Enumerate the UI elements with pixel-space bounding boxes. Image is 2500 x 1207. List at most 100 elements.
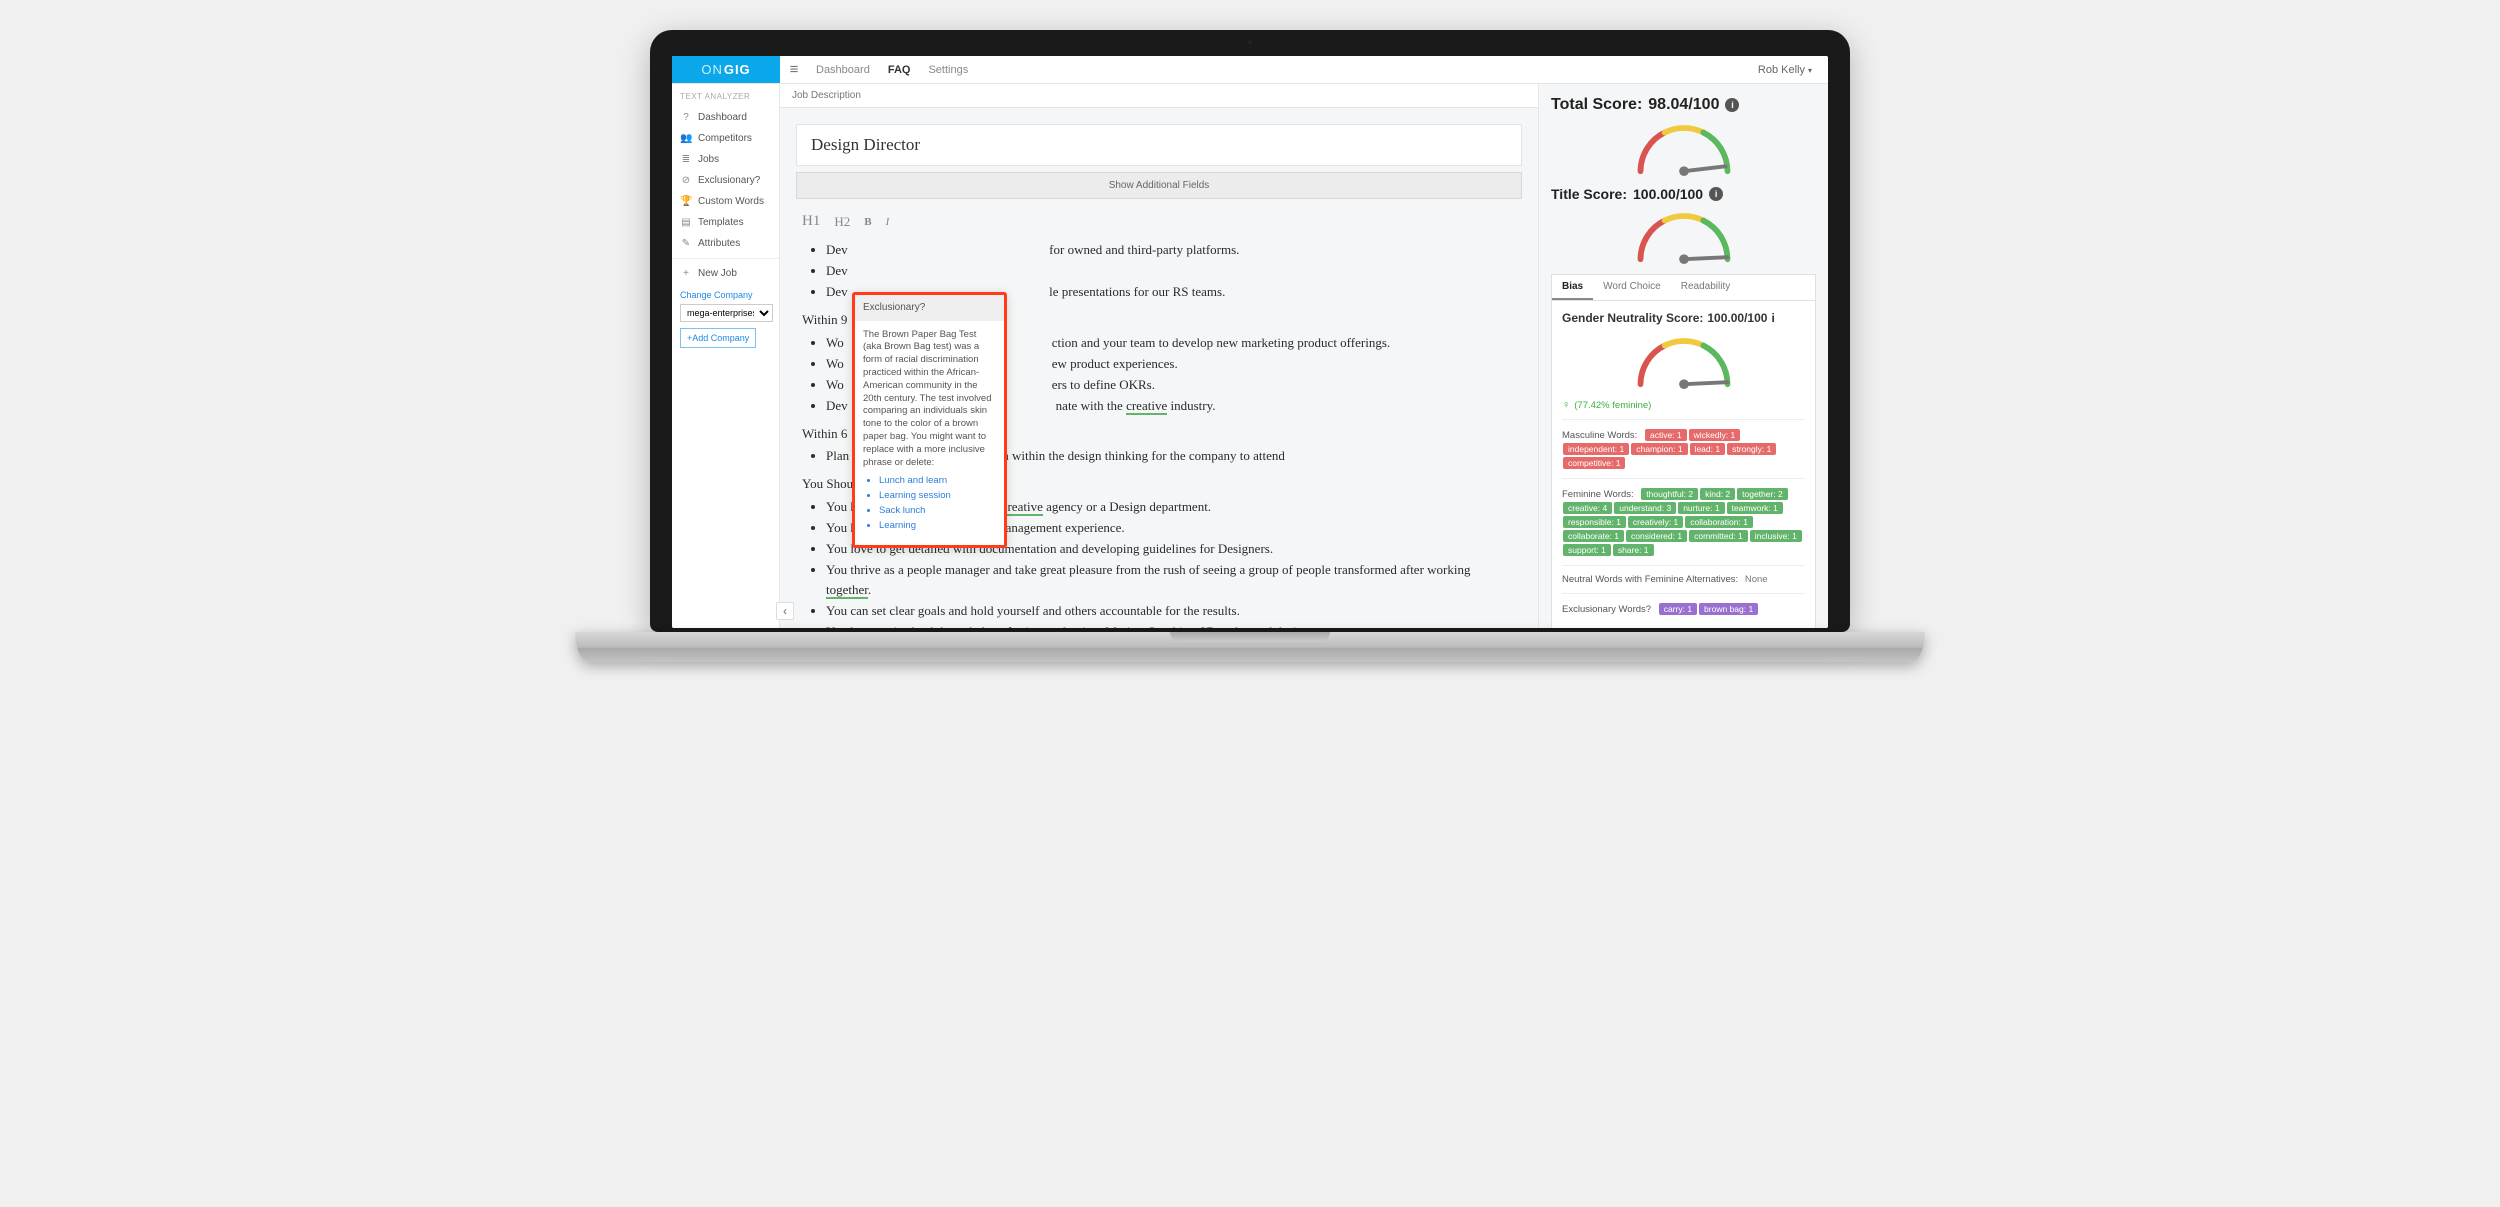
sidebar-item-customwords[interactable]: 🏆Custom Words (680, 191, 773, 212)
highlight-creative-2[interactable]: creative (1002, 499, 1043, 516)
masculine-words: Masculine Words: active: 1wickedly: 1ind… (1562, 419, 1805, 478)
word-chip[interactable]: committed: 1 (1689, 530, 1748, 542)
gender-score-gauge (1624, 331, 1744, 389)
nav-settings[interactable]: Settings (928, 64, 968, 76)
highlight-together[interactable]: together (826, 582, 868, 599)
neutral-words: Neutral Words with Feminine Alternatives… (1562, 565, 1805, 593)
word-chip[interactable]: thoughtful: 2 (1641, 488, 1698, 500)
sidebar-item-jobs[interactable]: ≣Jobs (680, 149, 773, 170)
popup-option[interactable]: Sack lunch (879, 505, 996, 518)
popup-title: Exclusionary? (855, 295, 1004, 321)
breadcrumb: Job Description (780, 84, 1538, 108)
show-additional-fields-button[interactable]: Show Additional Fields (796, 172, 1522, 199)
sidebar-new-job[interactable]: +New Job (680, 263, 773, 284)
word-chip[interactable]: inclusive: 1 (1750, 530, 1802, 542)
popup-body: The Brown Paper Bag Test (aka Brown Bag … (863, 329, 996, 470)
job-title[interactable]: Design Director (796, 124, 1522, 166)
word-chip[interactable]: brown bag: 1 (1699, 603, 1758, 615)
word-chip[interactable]: wickedly: 1 (1689, 429, 1741, 441)
plus-icon: + (680, 268, 692, 279)
word-chip[interactable]: creatively: 1 (1628, 516, 1683, 528)
word-chip[interactable]: considered: 1 (1626, 530, 1687, 542)
highlight-creative[interactable]: creative (1126, 398, 1167, 415)
laptop-base (575, 632, 1925, 662)
nav-dashboard[interactable]: Dashboard (816, 64, 870, 76)
sidebar-collapse-button[interactable]: ‹ (776, 602, 794, 620)
topbar: ONGIG ≡ Dashboard FAQ Settings Rob Kelly… (672, 56, 1828, 84)
brand-post: GIG (724, 62, 751, 77)
pencil-icon: ✎ (680, 238, 692, 249)
total-score: Total Score: 98.04/100 i (1551, 96, 1816, 114)
job-description-body[interactable]: Devxxxxxxxxxxxxxxxxxxxxxxxxxxxxxxxfor ow… (796, 240, 1522, 628)
laptop-mockup: ONGIG ≡ Dashboard FAQ Settings Rob Kelly… (650, 30, 1850, 662)
toolbar-italic-button[interactable]: I (886, 216, 890, 228)
main: Job Description Design Director Show Add… (780, 84, 1828, 628)
popup-option[interactable]: Learning session (879, 490, 996, 503)
word-chip[interactable]: carry: 1 (1659, 603, 1697, 615)
word-chip[interactable]: understand: 3 (1614, 502, 1676, 514)
webcam-dot (1246, 38, 1254, 46)
info-icon[interactable]: i (1709, 187, 1723, 201)
toolbar-bold-button[interactable]: B (864, 216, 871, 228)
toolbar-h1-button[interactable]: H1 (802, 213, 820, 230)
brand-logo[interactable]: ONGIG (672, 56, 780, 83)
word-chip[interactable]: teamwork: 1 (1727, 502, 1783, 514)
app-screen: ONGIG ≡ Dashboard FAQ Settings Rob Kelly… (672, 56, 1828, 628)
hamburger-icon[interactable]: ≡ (780, 61, 808, 78)
tab-wordchoice[interactable]: Word Choice (1593, 275, 1671, 300)
info-icon[interactable]: i (1725, 98, 1739, 112)
question-icon: ? (680, 112, 692, 123)
bias-panel: Gender Neutrality Score: 100.00/100i ♀ (1551, 301, 1816, 628)
title-score-gauge (1624, 206, 1744, 264)
score-tabs: Bias Word Choice Readability (1551, 274, 1816, 301)
gender-neutrality-score: Gender Neutrality Score: 100.00/100i (1562, 311, 1805, 325)
top-nav: Dashboard FAQ Settings (808, 64, 968, 76)
word-chip[interactable]: independent: 1 (1563, 443, 1629, 455)
list-icon: ≣ (680, 154, 692, 165)
sidebar-item-competitors[interactable]: 👥Competitors (680, 128, 773, 149)
editor-area: Design Director Show Additional Fields H… (780, 108, 1538, 628)
tab-readability[interactable]: Readability (1671, 275, 1740, 300)
exclusionary-popup: Exclusionary? The Brown Paper Bag Test (… (852, 292, 1007, 548)
word-chip[interactable]: collaboration: 1 (1685, 516, 1753, 528)
add-company-button[interactable]: +Add Company (680, 328, 756, 348)
word-chip[interactable]: champion: 1 (1631, 443, 1687, 455)
word-chip[interactable]: competitive: 1 (1563, 457, 1625, 469)
word-chip[interactable]: active: 1 (1645, 429, 1687, 441)
word-chip[interactable]: creative: 4 (1563, 502, 1612, 514)
female-icon: ♀ (1562, 399, 1570, 411)
sidebar-item-templates[interactable]: ▤Templates (680, 212, 773, 233)
user-name: Rob Kelly (1758, 64, 1805, 76)
brand-pre: ON (701, 62, 723, 77)
ban-icon: ⊘ (680, 175, 692, 186)
company-select[interactable]: mega-enterprises (680, 304, 773, 322)
word-chip[interactable]: lead: 1 (1690, 443, 1726, 455)
word-chip[interactable]: collaborate: 1 (1563, 530, 1624, 542)
word-chip[interactable]: strongly: 1 (1727, 443, 1776, 455)
nav-faq[interactable]: FAQ (888, 64, 911, 76)
word-chip[interactable]: responsible: 1 (1563, 516, 1626, 528)
info-icon[interactable]: i (1771, 311, 1774, 325)
sidebar-item-attributes[interactable]: ✎Attributes (680, 233, 773, 254)
score-panel: Total Score: 98.04/100 i (1538, 84, 1828, 628)
total-score-gauge (1624, 118, 1744, 176)
popup-option[interactable]: Learning (879, 520, 996, 533)
word-chip[interactable]: nurture: 1 (1678, 502, 1724, 514)
sidebar-item-dashboard[interactable]: ?Dashboard (680, 107, 773, 128)
popup-option[interactable]: Lunch and learn (879, 475, 996, 488)
toolbar-h2-button[interactable]: H2 (834, 214, 850, 230)
trophy-icon: 🏆 (680, 196, 692, 207)
sidebar-item-exclusionary[interactable]: ⊘Exclusionary? (680, 170, 773, 191)
word-chip[interactable]: together: 2 (1737, 488, 1788, 500)
people-icon: 👥 (680, 133, 692, 144)
feminine-percentage: ♀(77.42% feminine) (1562, 399, 1805, 411)
word-chip[interactable]: support: 1 (1563, 544, 1611, 556)
word-chip[interactable]: share: 1 (1613, 544, 1654, 556)
tab-bias[interactable]: Bias (1552, 275, 1593, 300)
change-company-link[interactable]: Change Company (680, 290, 773, 300)
feminine-words: Feminine Words: thoughtful: 2kind: 2toge… (1562, 478, 1805, 565)
editor-toolbar: H1 H2 B I (796, 209, 1522, 234)
title-score: Title Score: 100.00/100 i (1551, 186, 1816, 202)
user-menu[interactable]: Rob Kelly▾ (1758, 64, 1828, 76)
word-chip[interactable]: kind: 2 (1700, 488, 1735, 500)
